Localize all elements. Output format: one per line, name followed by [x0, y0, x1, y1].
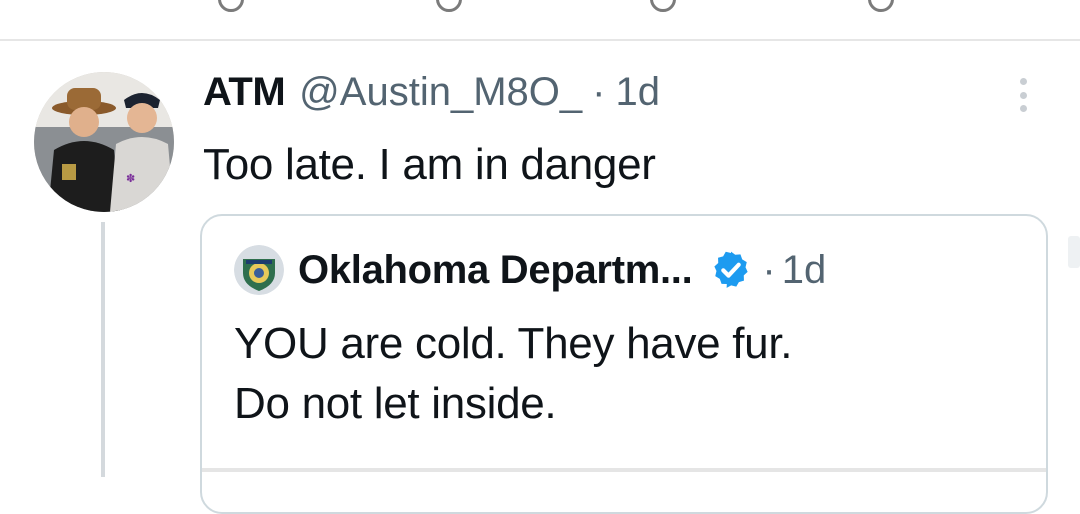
quoted-tweet-text: YOU are cold. They have fur. Do not let … — [234, 314, 792, 434]
tweet-header: ATM @Austin_M8O_ · 1d — [203, 70, 660, 124]
display-name[interactable]: ATM — [203, 70, 286, 115]
user-avatar[interactable]: ✽ — [34, 72, 174, 212]
thread-connector-line — [101, 222, 105, 477]
share-icon[interactable] — [868, 0, 894, 12]
like-icon[interactable] — [650, 0, 676, 12]
verified-badge-icon — [714, 251, 749, 288]
quoted-text-line: Do not let inside. — [234, 379, 557, 428]
header-separator: · — [592, 70, 606, 114]
more-vertical-icon[interactable] — [1018, 78, 1028, 112]
quoted-media-preview[interactable] — [202, 468, 1046, 472]
tweet-divider — [0, 39, 1080, 41]
tweet-text: Too late. I am in danger — [203, 140, 656, 189]
previous-tweet-action-bar — [0, 0, 1080, 14]
user-handle[interactable]: @Austin_M8O_ — [299, 70, 582, 115]
scroll-edge — [1068, 236, 1080, 268]
quoted-tweet-header: Oklahoma Departm... · 1d — [234, 244, 826, 296]
quoted-tweet-card[interactable]: Oklahoma Departm... · 1d YOU are cold. T… — [200, 214, 1048, 514]
quoted-display-name[interactable]: Oklahoma Departm... — [298, 248, 693, 293]
reply-icon[interactable] — [218, 0, 244, 12]
quoted-timestamp[interactable]: 1d — [782, 248, 827, 293]
quoted-text-line: YOU are cold. They have fur. — [234, 319, 793, 368]
svg-text:✽: ✽ — [126, 172, 135, 185]
agency-seal-avatar[interactable] — [234, 245, 284, 295]
tweet-timestamp[interactable]: 1d — [615, 70, 660, 115]
quoted-header-separator: · — [762, 247, 776, 292]
retweet-icon[interactable] — [436, 0, 462, 12]
